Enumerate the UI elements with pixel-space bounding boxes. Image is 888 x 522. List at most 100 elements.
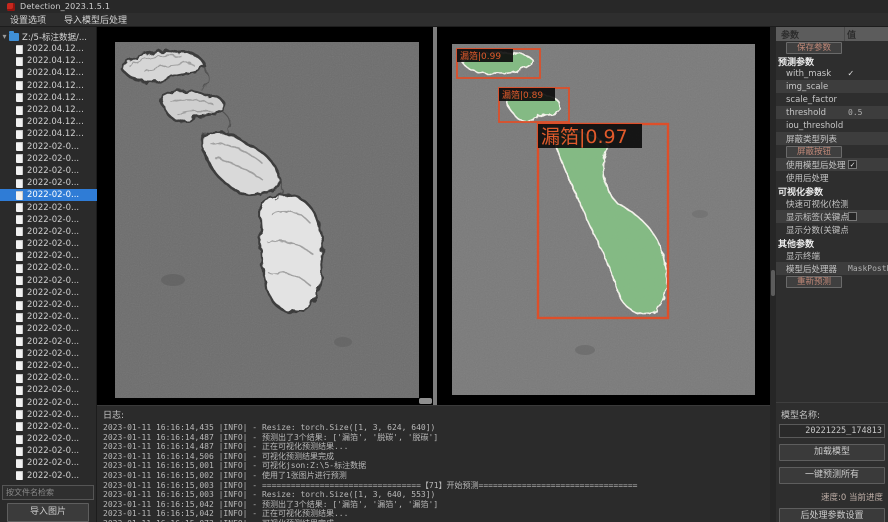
- file-item[interactable]: 2022-02-0...: [0, 177, 97, 189]
- checkbox-checked-icon[interactable]: ✓: [848, 160, 857, 169]
- file-item[interactable]: 2022-02-0...: [0, 153, 97, 165]
- file-icon: [16, 191, 23, 200]
- param-value[interactable]: ✓: [848, 160, 888, 169]
- file-item-label: 2022.04.12...: [27, 44, 84, 54]
- param-label: threshold: [786, 108, 848, 118]
- file-item[interactable]: 2022-02-0...: [0, 457, 97, 469]
- file-item[interactable]: 2022.04.12...: [0, 128, 97, 140]
- file-item-label: 2022-02-0...: [27, 458, 79, 468]
- file-item-label: 2022-02-0...: [27, 349, 79, 359]
- file-item[interactable]: 2022-02-0...: [0, 226, 97, 238]
- model-name-field[interactable]: 20221225_174813: [779, 424, 885, 438]
- param-row[interactable]: 屏蔽类型列表: [776, 132, 888, 145]
- file-icon: [16, 447, 23, 456]
- menu-import-postprocess[interactable]: 导入模型后处理: [62, 12, 129, 27]
- file-item[interactable]: 2022-02-0...: [0, 238, 97, 250]
- file-icon: [16, 361, 23, 370]
- file-item[interactable]: 2022-02-0...: [0, 396, 97, 408]
- file-icon: [16, 349, 23, 358]
- file-icon: [16, 374, 23, 383]
- param-row[interactable]: 快速可视化(检测): [776, 197, 888, 210]
- detection-label-text: 漏箔|0.97: [541, 126, 628, 148]
- file-item[interactable]: 2022.04.12...: [0, 92, 97, 104]
- param-button[interactable]: 保存参数: [786, 42, 842, 54]
- param-row[interactable]: 使用后处理: [776, 171, 888, 184]
- file-item[interactable]: 2022.04.12...: [0, 104, 97, 116]
- file-item[interactable]: 2022-02-0...: [0, 384, 97, 396]
- file-icon: [16, 45, 23, 54]
- file-item[interactable]: 2022-02-0...: [0, 262, 97, 274]
- file-item[interactable]: 2022-02-0...: [0, 287, 97, 299]
- tree-expand-icon[interactable]: ▾: [0, 32, 9, 41]
- file-icon: [16, 435, 23, 444]
- param-row[interactable]: 使用模型后处理✓: [776, 158, 888, 171]
- progress-status: 速度:0 当前进度: [779, 491, 883, 503]
- file-icon: [16, 276, 23, 285]
- file-icon: [16, 471, 23, 480]
- file-item[interactable]: 2022-02-0...: [0, 360, 97, 372]
- file-item[interactable]: 2022-02-0...: [0, 201, 97, 213]
- param-value[interactable]: [848, 212, 888, 221]
- log-line: 2023-01-11 16:16:14,506 |INFO| - 可视化预测结果…: [103, 452, 770, 462]
- file-item[interactable]: 2022.04.12...: [0, 67, 97, 79]
- file-item-label: 2022-02-0...: [27, 446, 79, 456]
- image-viewer-prediction[interactable]: 漏箔|0.99漏箔|0.89漏箔|0.97: [437, 27, 770, 405]
- file-search-input[interactable]: [2, 485, 94, 500]
- param-row[interactable]: 显示终端: [776, 249, 888, 262]
- file-item[interactable]: 2022-02-0...: [0, 311, 97, 323]
- checkbox-empty-icon[interactable]: [848, 212, 857, 221]
- param-row[interactable]: img_scale: [776, 80, 888, 93]
- file-item[interactable]: 2022-02-0...: [0, 372, 97, 384]
- param-row[interactable]: iou_threshold: [776, 119, 888, 132]
- log-line: 2023-01-11 16:16:15,042 |INFO| - 预测出了3个结…: [103, 500, 770, 510]
- file-item-label: 2022-02-0...: [27, 190, 79, 200]
- file-item-label: 2022-02-0...: [27, 398, 79, 408]
- param-row[interactable]: threshold0.5: [776, 106, 888, 119]
- file-item[interactable]: 2022-02-0...: [0, 250, 97, 262]
- file-item[interactable]: 2022-02-0...: [0, 336, 97, 348]
- param-button[interactable]: 屏蔽按钮: [786, 146, 842, 158]
- postprocess-settings-button[interactable]: 后处理参数设置: [779, 508, 885, 522]
- file-item[interactable]: 2022.04.12...: [0, 80, 97, 92]
- file-item[interactable]: 2022.04.12...: [0, 116, 97, 128]
- file-item[interactable]: 2022.04.12...: [0, 43, 97, 55]
- file-item[interactable]: 2022.04.12...: [0, 55, 97, 67]
- params-scrollbar-thumb[interactable]: [771, 270, 775, 296]
- param-row[interactable]: scale_factor: [776, 93, 888, 106]
- file-item[interactable]: 2022-02-0...: [0, 275, 97, 287]
- file-item[interactable]: 2022-02-0...: [0, 421, 97, 433]
- file-item[interactable]: 2022-02-0...: [0, 214, 97, 226]
- file-item[interactable]: 2022-02-0...: [0, 445, 97, 457]
- param-label: iou_threshold: [786, 121, 848, 131]
- image-viewer-original[interactable]: [97, 27, 433, 405]
- file-item[interactable]: 2022-02-0...: [0, 409, 97, 421]
- file-item[interactable]: 2022-02-0...: [0, 299, 97, 311]
- log-line: 2023-01-11 16:16:15,003 |INFO| - =======…: [103, 481, 770, 491]
- param-value[interactable]: ✓: [848, 69, 888, 79]
- file-icon: [16, 69, 23, 78]
- param-row[interactable]: with_mask✓: [776, 67, 888, 80]
- file-item-label: 2022-02-0...: [27, 422, 79, 432]
- file-item[interactable]: 2022-02-0...: [0, 323, 97, 335]
- param-row[interactable]: 模型后处理器MaskPostPro: [776, 262, 888, 275]
- file-item[interactable]: 2022-02-0...: [0, 165, 97, 177]
- param-row[interactable]: 显示标签(关键点): [776, 210, 888, 223]
- menu-settings[interactable]: 设置选项: [8, 12, 48, 27]
- file-item[interactable]: 2022-02-0...: [0, 141, 97, 153]
- file-item-label: 2022.04.12...: [27, 105, 84, 115]
- load-model-button[interactable]: 加载模型: [779, 444, 885, 461]
- file-item-label: 2022-02-0...: [27, 300, 79, 310]
- file-item[interactable]: 2022-02-0...: [0, 470, 97, 482]
- param-row[interactable]: 显示分数(关键点): [776, 223, 888, 236]
- left-viewer-hscroll[interactable]: [419, 398, 432, 404]
- tree-root-folder[interactable]: ▾ Z:/5-标注数据/...: [0, 30, 97, 43]
- file-item[interactable]: 2022-02-0...: [0, 348, 97, 360]
- file-item[interactable]: 2022-02-0...: [0, 189, 97, 201]
- file-item[interactable]: 2022-02-0...: [0, 433, 97, 445]
- import-image-button[interactable]: 导入图片: [7, 503, 89, 522]
- log-area[interactable]: 日志: 2023-01-11 16:16:14,435 |INFO| - Res…: [97, 405, 770, 522]
- file-icon: [16, 301, 23, 310]
- predict-all-button[interactable]: 一键预测所有: [779, 467, 885, 484]
- param-button[interactable]: 重新预测: [786, 276, 842, 288]
- file-item-label: 2022.04.12...: [27, 68, 84, 78]
